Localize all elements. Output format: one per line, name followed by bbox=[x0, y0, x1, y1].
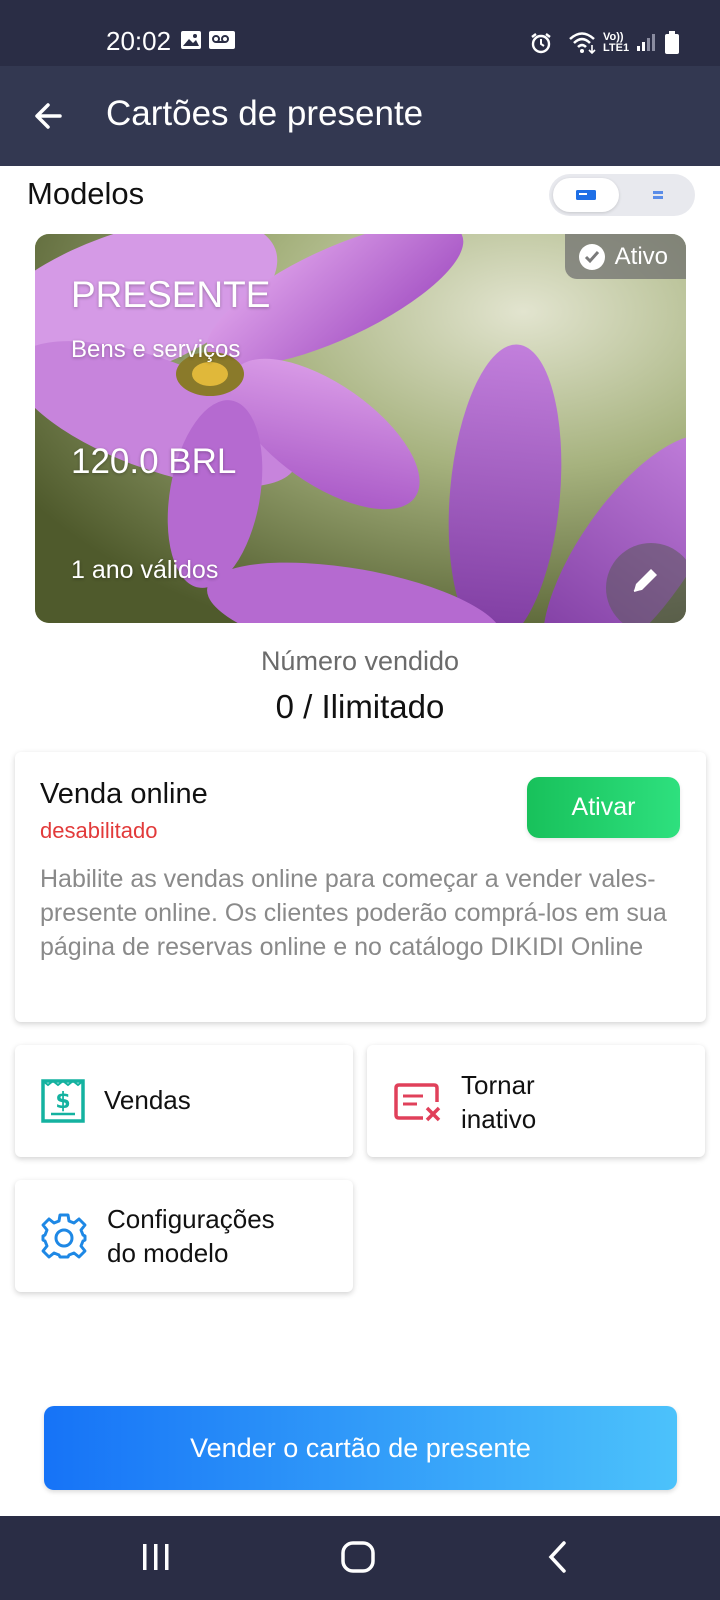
view-mode-toggle[interactable] bbox=[549, 174, 695, 216]
card-title: PRESENTE bbox=[71, 274, 271, 315]
sell-gift-card-button[interactable]: Vender o cartão de presente bbox=[44, 1406, 677, 1490]
wifi-icon bbox=[568, 30, 598, 59]
gear-icon bbox=[40, 1212, 88, 1265]
voicemail-icon bbox=[208, 30, 236, 55]
status-badge: Ativo bbox=[564, 234, 686, 279]
card-subtitle: Bens e serviços bbox=[71, 336, 241, 363]
status-bar: 20:02 Vo)) LTE1 bbox=[0, 0, 720, 66]
home-icon[interactable] bbox=[340, 1540, 376, 1579]
signal-icon bbox=[636, 32, 656, 57]
alarm-icon bbox=[530, 32, 552, 59]
gift-card-preview[interactable]: PRESENTE Bens e serviços 120.0 BRL 1 ano… bbox=[35, 234, 686, 623]
template-settings-tile[interactable]: Configurações do modelo bbox=[15, 1180, 353, 1292]
card-amount: 120.0 BRL bbox=[71, 442, 237, 481]
deactivate-tile[interactable]: Tornar inativo bbox=[367, 1045, 705, 1157]
card-view-icon[interactable] bbox=[553, 178, 619, 212]
back-nav-icon[interactable] bbox=[546, 1540, 570, 1579]
deactivate-label: Tornar inativo bbox=[461, 1070, 537, 1134]
network-label: Vo)) LTE1 bbox=[603, 31, 630, 54]
page-title: Cartões de presente bbox=[106, 94, 424, 133]
sold-count-value: 0 / Ilimitado bbox=[275, 688, 445, 725]
status-time: 20:02 bbox=[106, 26, 172, 56]
activate-button[interactable]: Ativar bbox=[527, 777, 680, 838]
list-view-icon[interactable] bbox=[625, 178, 691, 212]
deactivate-card-icon bbox=[393, 1082, 443, 1127]
battery-icon bbox=[664, 31, 680, 60]
sales-tile[interactable]: $ Vendas bbox=[15, 1045, 353, 1157]
sold-count-label: Número vendido bbox=[260, 646, 460, 676]
app-bar: Cartões de presente bbox=[0, 66, 720, 166]
back-arrow-icon[interactable] bbox=[30, 96, 70, 136]
status-badge-label: Ativo bbox=[614, 242, 668, 270]
svg-text:$: $ bbox=[55, 1089, 70, 1114]
online-sale-panel: Venda online desabilitado Ativar Habilit… bbox=[15, 752, 706, 1022]
check-circle-icon bbox=[578, 243, 605, 270]
system-navigation-bar bbox=[0, 1516, 720, 1600]
card-validity: 1 ano válidos bbox=[71, 556, 219, 584]
online-sale-title: Venda online bbox=[40, 778, 208, 810]
receipt-icon: $ bbox=[40, 1078, 86, 1129]
gallery-icon bbox=[180, 30, 202, 55]
online-sale-description: Habilite as vendas online para começar a… bbox=[40, 865, 667, 961]
template-settings-label: Configurações do modelo bbox=[107, 1204, 275, 1268]
recent-apps-icon[interactable] bbox=[140, 1540, 172, 1579]
sales-label: Vendas bbox=[104, 1085, 191, 1115]
section-title: Modelos bbox=[27, 176, 145, 211]
online-sale-status: desabilitado bbox=[40, 818, 158, 843]
